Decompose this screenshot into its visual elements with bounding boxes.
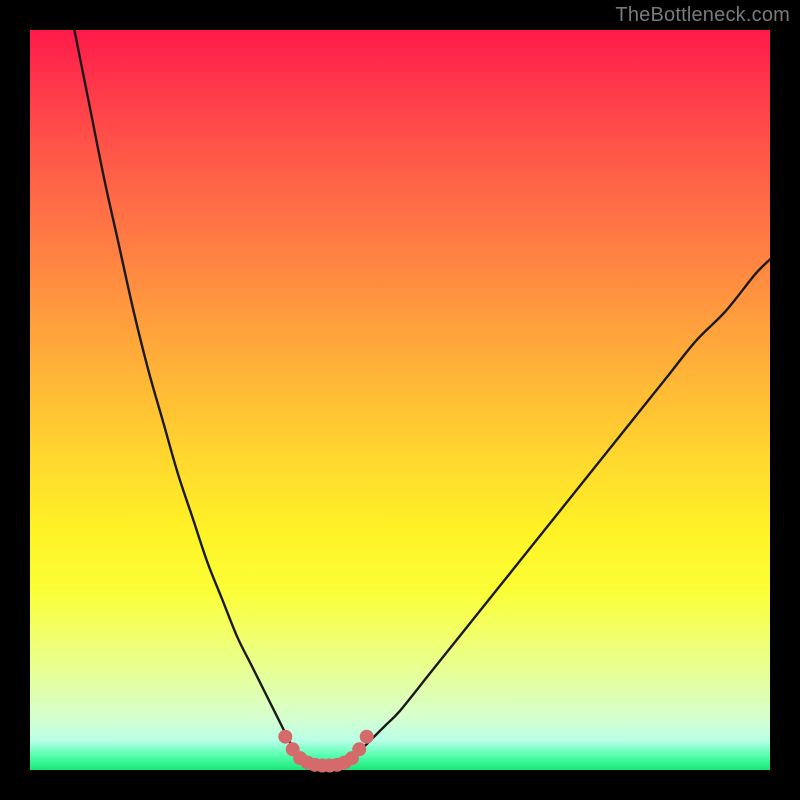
marker-point xyxy=(352,742,366,756)
curve-right-branch xyxy=(356,259,770,755)
watermark-text: TheBottleneck.com xyxy=(615,4,790,27)
marker-group xyxy=(278,730,373,773)
chart-frame: TheBottleneck.com xyxy=(0,0,800,800)
marker-point xyxy=(278,730,292,744)
marker-point xyxy=(360,730,374,744)
chart-svg xyxy=(30,30,770,770)
curve-left-branch xyxy=(74,30,296,755)
plot-area xyxy=(30,30,770,770)
